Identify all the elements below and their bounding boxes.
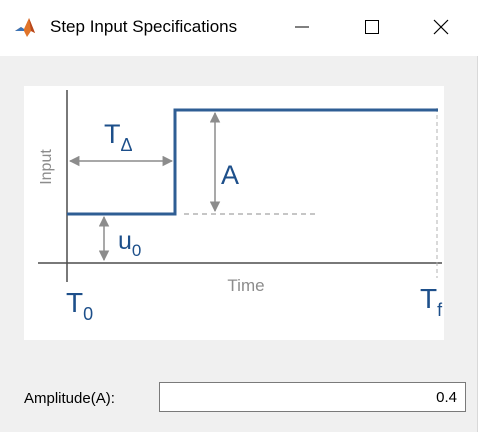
delay-label: TΔ [104, 119, 133, 155]
y-axis-label: Input [38, 149, 55, 185]
x-axis-label: Time [227, 276, 264, 295]
minimize-button[interactable] [279, 8, 325, 46]
amplitude-row: Amplitude(A): [0, 376, 478, 420]
maximize-button[interactable] [349, 8, 395, 46]
maximize-icon [365, 20, 379, 34]
amplitude-label-text: Amplitude(A): [24, 390, 115, 407]
close-icon [433, 19, 449, 35]
close-button[interactable] [418, 8, 464, 46]
title-bar[interactable]: Step Input Specifications [0, 0, 478, 56]
amplitude-label: A [221, 160, 239, 190]
minimize-icon [295, 26, 309, 28]
initial-value-label: u0 [118, 227, 141, 260]
step-diagram-svg: Input Time TΔ A u0 T0 Tf [38, 90, 443, 324]
matlab-icon [14, 16, 36, 38]
start-time-label: T0 [66, 287, 93, 324]
step-input-diagram: Input Time TΔ A u0 T0 Tf [24, 86, 444, 340]
amplitude-input[interactable] [159, 382, 466, 412]
window-title: Step Input Specifications [50, 17, 238, 36]
step-signal [67, 108, 438, 216]
step-input-dialog: Step Input Specifications Input Time TΔ … [0, 0, 478, 432]
final-time-label: Tf [420, 283, 443, 320]
